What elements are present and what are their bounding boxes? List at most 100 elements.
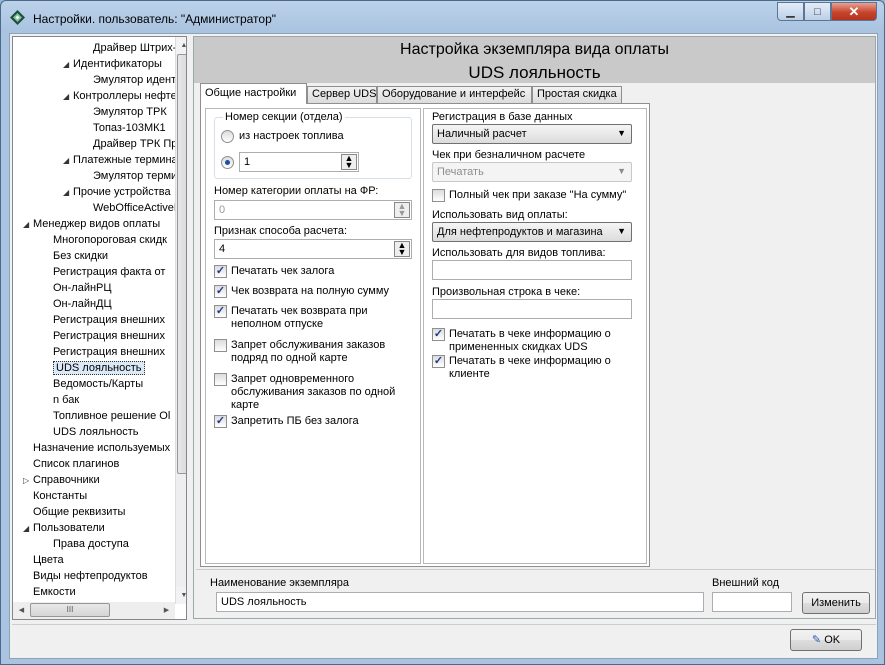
main-panel: Настройка экземпляра вида оплаты UDS лоя… <box>193 36 876 619</box>
expand-arrow-icon[interactable]: ◢ <box>63 89 73 105</box>
scroll-right-icon[interactable]: ▶ <box>158 602 175 619</box>
tree-item[interactable]: Емкости <box>23 584 76 600</box>
tree-item[interactable]: Он-лайнДЦ <box>43 296 112 312</box>
tree-item[interactable]: Эмулятор термина <box>83 168 186 184</box>
fr-category-input[interactable]: 0 ▲ ▼ <box>214 200 412 220</box>
tree-item[interactable]: Общие реквизиты <box>23 504 125 520</box>
expand-arrow-icon[interactable]: ◢ <box>23 521 33 537</box>
tree-horizontal-scrollbar[interactable]: ◀ III ▶ <box>13 602 175 619</box>
scroll-down-icon[interactable]: ▼ <box>176 587 186 604</box>
tree-item[interactable]: WebOfficeActiveDe <box>83 200 186 216</box>
use-payment-type-select[interactable]: Для нефтепродуктов и магазина ▼ <box>432 222 632 242</box>
tree-item[interactable]: Список плагинов <box>23 456 119 472</box>
tree-item[interactable]: Драйвер Штрих-М <box>83 40 186 56</box>
close-button[interactable]: ✕ <box>831 2 877 21</box>
checkbox-print-deposit[interactable]: ✓ Печатать чек залога <box>214 265 412 278</box>
db-registration-select[interactable]: Наличный расчет ▼ <box>432 124 632 144</box>
checkbox-box[interactable] <box>214 373 227 386</box>
tree-item[interactable]: Виды нефтепродуктов <box>23 568 148 584</box>
checkbox-box[interactable] <box>214 339 227 352</box>
tree-item[interactable]: ◢ Идентификаторы <box>63 56 162 72</box>
expand-arrow-icon[interactable]: ◢ <box>23 217 33 233</box>
spin-icon[interactable]: ▲ ▼ <box>394 241 410 257</box>
maximize-button[interactable]: □ <box>804 2 831 21</box>
checkbox-box[interactable]: ✓ <box>214 305 227 318</box>
checkbox-block-simultaneous[interactable]: Запрет одновременного обслуживания заказ… <box>214 373 404 412</box>
minimize-button[interactable]: ▁ <box>777 2 804 21</box>
hscroll-thumb[interactable]: III <box>30 603 110 617</box>
checkbox-box[interactable]: ✓ <box>432 328 445 341</box>
checkbox-box[interactable]: ✓ <box>432 355 445 368</box>
checkbox-print-discounts[interactable]: ✓ Печатать в чеке информацию о примененны… <box>432 328 632 354</box>
external-code-label: Внешний код <box>712 577 780 589</box>
tree-item[interactable]: Ведомость/Карты <box>43 376 143 392</box>
tree-item[interactable]: Он-лайнРЦ <box>43 280 112 296</box>
tab-uds-server[interactable]: Сервер UDS <box>307 86 377 103</box>
tree-item-label: Регистрация внешних <box>53 314 165 326</box>
tree-item[interactable]: n бак <box>43 392 79 408</box>
tree-item[interactable]: Регистрация внешних <box>43 344 165 360</box>
tab-general[interactable]: Общие настройки <box>200 83 307 104</box>
tree-item[interactable]: Без скидки <box>43 248 108 264</box>
expand-arrow-icon[interactable]: ▷ <box>23 473 33 489</box>
tree-vertical-scrollbar[interactable]: ▲ ▼ <box>175 37 186 604</box>
tree-item[interactable]: Топаз-103МК1 <box>83 120 166 136</box>
checkbox-box[interactable] <box>432 189 445 202</box>
scroll-thumb[interactable] <box>177 54 186 474</box>
external-code-input[interactable] <box>712 592 792 612</box>
checkbox-full-check-on-sum[interactable]: Полный чек при заказе "На сумму" <box>432 189 642 202</box>
tree-item[interactable]: ▷ Справочники <box>23 472 100 488</box>
tree-item[interactable]: Топливное решение Ol <box>43 408 170 424</box>
scroll-left-icon[interactable]: ◀ <box>13 602 30 619</box>
tree-item[interactable]: Драйвер ТРК Прот <box>83 136 186 152</box>
expand-arrow-icon[interactable]: ◢ <box>63 57 73 73</box>
tree-item[interactable]: Константы <box>23 488 87 504</box>
calc-sign-input[interactable]: 4 ▲ ▼ <box>214 239 412 259</box>
radio-from-fuel[interactable] <box>221 130 234 143</box>
tree-item[interactable]: ◢ Менеджер видов оплаты <box>23 216 160 232</box>
tree-item[interactable]: Эмулятор ТРК <box>83 104 167 120</box>
change-button[interactable]: Изменить <box>802 592 870 614</box>
expand-arrow-icon[interactable]: ◢ <box>63 185 73 201</box>
tree-item[interactable]: UDS лояльность <box>43 424 139 440</box>
tree-item[interactable]: ◢ Контроллеры нефтепр <box>63 88 187 105</box>
expand-arrow-icon[interactable]: ◢ <box>63 153 73 169</box>
spin-icon[interactable]: ▲ ▼ <box>341 154 357 170</box>
checkbox-box[interactable]: ✓ <box>214 415 227 428</box>
tree-item[interactable]: Регистрация внешних <box>43 312 165 328</box>
tree-item[interactable]: ◢ Прочие устройства <box>63 184 171 200</box>
spin-icon[interactable]: ▲ ▼ <box>394 202 410 218</box>
cashless-check-select[interactable]: Печатать ▼ <box>432 162 632 182</box>
tree-item[interactable]: Многопороговая скидк <box>43 232 167 248</box>
tree-item[interactable]: Права доступа <box>43 536 129 552</box>
fuel-types-input[interactable] <box>432 260 632 280</box>
checkbox-box[interactable]: ✓ <box>214 285 227 298</box>
tree-item[interactable]: ◢ Платежные терминал <box>63 152 184 168</box>
checkbox-box[interactable]: ✓ <box>214 265 227 278</box>
tree-item[interactable]: Эмулятор идентиф <box>83 72 186 88</box>
ok-button[interactable]: ✎ OK <box>790 629 862 651</box>
title-bar[interactable]: Настройки. пользователь: "Администратор"… <box>1 1 884 33</box>
instance-name-input[interactable]: UDS лояльность <box>216 592 704 612</box>
checkbox-block-consecutive[interactable]: Запрет обслуживания заказов подряд по од… <box>214 339 399 365</box>
tree-item[interactable]: Цвета <box>23 552 64 568</box>
dialog-footer: ✎ OK <box>12 624 876 656</box>
tree-item[interactable]: Регистрация внешних <box>43 328 165 344</box>
tree-item[interactable]: ◢ Пользователи <box>23 520 105 536</box>
tree-item[interactable]: Регистрация факта от <box>43 264 165 280</box>
checkbox-print-client[interactable]: ✓ Печатать в чеке информацию о клиенте <box>432 355 632 381</box>
settings-window: Настройки. пользователь: "Администратор"… <box>0 0 885 665</box>
checkbox-full-refund[interactable]: ✓ Чек возврата на полную сумму <box>214 285 412 298</box>
scroll-up-icon[interactable]: ▲ <box>176 37 186 54</box>
tree-item[interactable]: Назначение используемых <box>23 440 170 456</box>
radio-section-number[interactable] <box>221 156 234 169</box>
tree-item[interactable]: UDS лояльность <box>43 360 145 376</box>
tree-item-label: Контроллеры нефтепр <box>73 90 187 102</box>
section-number-input[interactable]: 1 ▲ ▼ <box>239 152 359 172</box>
tree-item-label: Драйвер Штрих-М <box>93 42 186 54</box>
checkbox-partial-refund[interactable]: ✓ Печатать чек возврата при неполном отпу… <box>214 305 384 331</box>
free-line-input[interactable] <box>432 299 632 319</box>
tab-simple-discount[interactable]: Простая скидка <box>532 86 622 103</box>
tab-equipment[interactable]: Оборудование и интерфейс <box>377 86 532 103</box>
checkbox-no-pb-without-deposit[interactable]: ✓ Запретить ПБ без залога <box>214 415 412 428</box>
